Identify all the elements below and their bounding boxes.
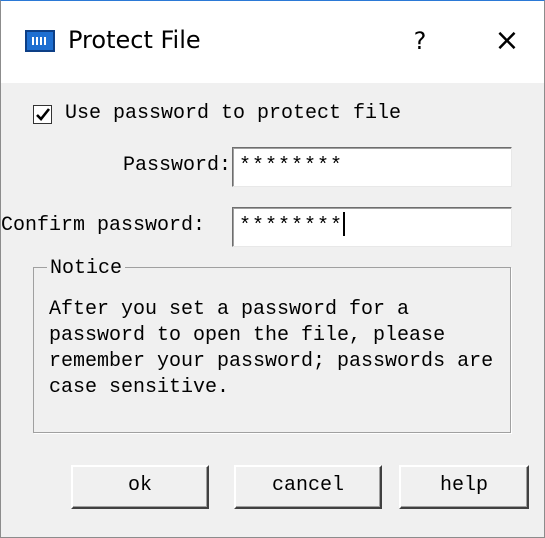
ok-button[interactable]: ok (71, 465, 209, 509)
confirm-password-value: ******** (239, 215, 344, 238)
notice-title: Notice (47, 257, 126, 280)
password-value: ******** (239, 155, 344, 178)
confirm-password-label: Confirm password: (1, 214, 206, 237)
help-button[interactable]: help (399, 465, 529, 509)
question-icon[interactable]: ? (405, 23, 435, 59)
title-bar[interactable]: Protect File ? × (1, 1, 544, 83)
cancel-button[interactable]: cancel (234, 465, 382, 509)
use-password-checkbox[interactable] (33, 105, 52, 124)
checkmark-icon (36, 108, 51, 121)
confirm-password-input[interactable]: ******** (232, 207, 512, 247)
text-caret (343, 212, 346, 236)
close-icon[interactable]: × (487, 21, 527, 61)
protect-file-dialog: Protect File ? × Use password to protect… (0, 0, 545, 538)
app-logo-icon (25, 30, 55, 52)
window-title: Protect File (68, 26, 201, 54)
password-label: Password: (123, 154, 232, 177)
password-input[interactable]: ******** (232, 147, 512, 187)
notice-text: After you set a password for a password … (49, 298, 494, 399)
use-password-label[interactable]: Use password to protect file (65, 102, 401, 125)
